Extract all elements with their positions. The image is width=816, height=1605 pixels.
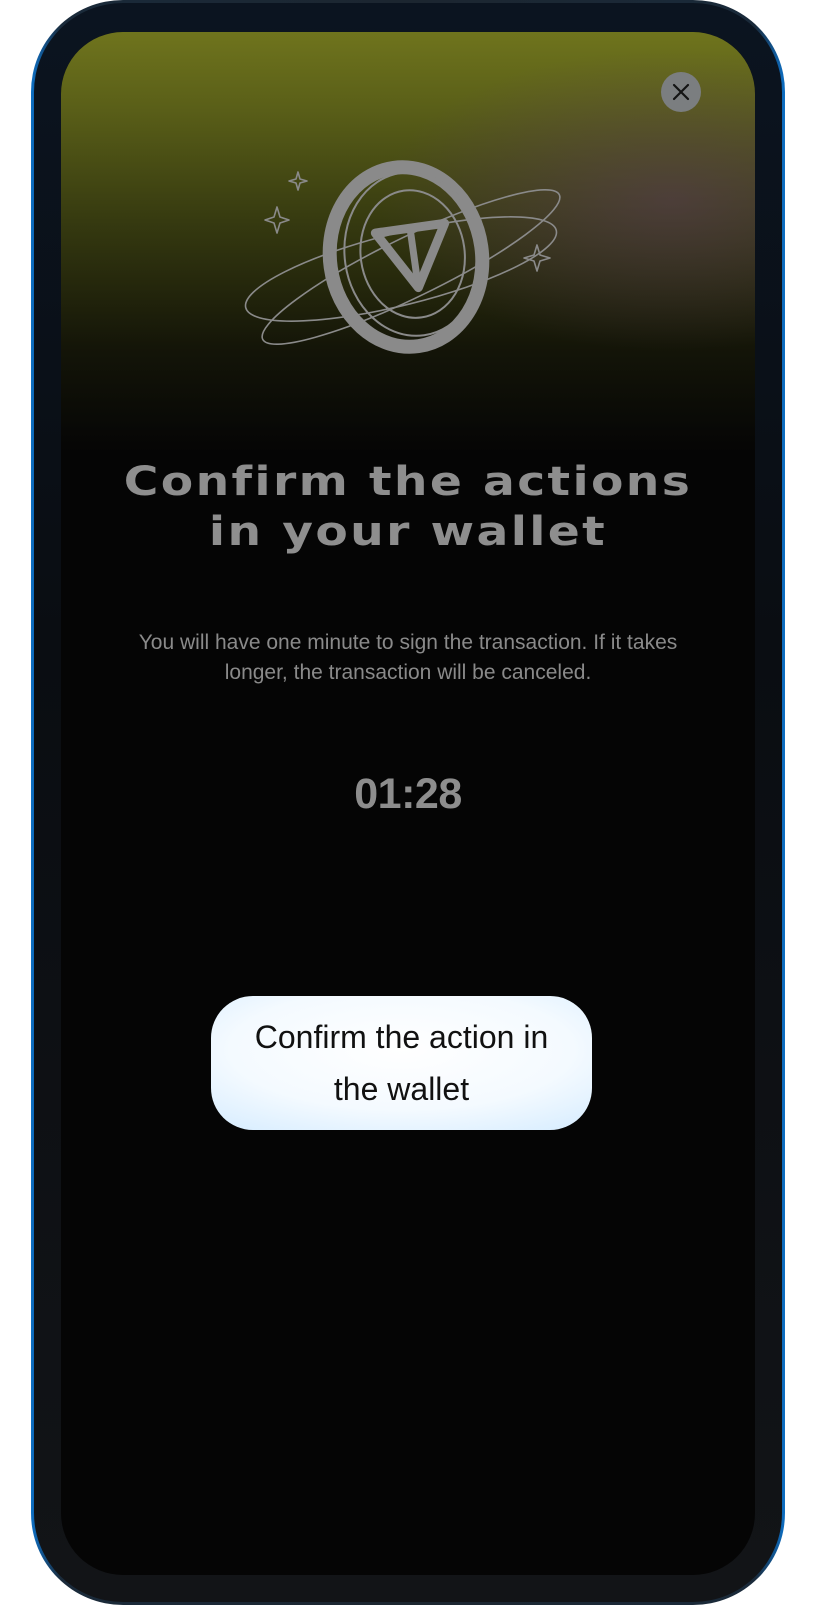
close-icon <box>672 83 690 101</box>
orbit-ring <box>261 189 561 345</box>
page-title: Confirm the actions in your wallet <box>123 459 693 555</box>
confirm-action-button[interactable]: Confirm the action in the wallet <box>211 996 592 1130</box>
close-button[interactable] <box>661 72 701 112</box>
phone-frame: Confirm the actions in your wallet You w… <box>31 0 785 1605</box>
phone-bezel: Confirm the actions in your wallet You w… <box>34 3 782 1602</box>
coin <box>322 160 490 354</box>
subtitle: You will have one minute to sign the tra… <box>138 631 678 684</box>
ton-coin-illustration <box>244 160 561 354</box>
screen: Confirm the actions in your wallet You w… <box>61 32 755 1575</box>
countdown-timer: 01:28 <box>354 770 462 818</box>
sparkle-icon <box>288 171 308 191</box>
sparkle-icon <box>264 206 290 234</box>
